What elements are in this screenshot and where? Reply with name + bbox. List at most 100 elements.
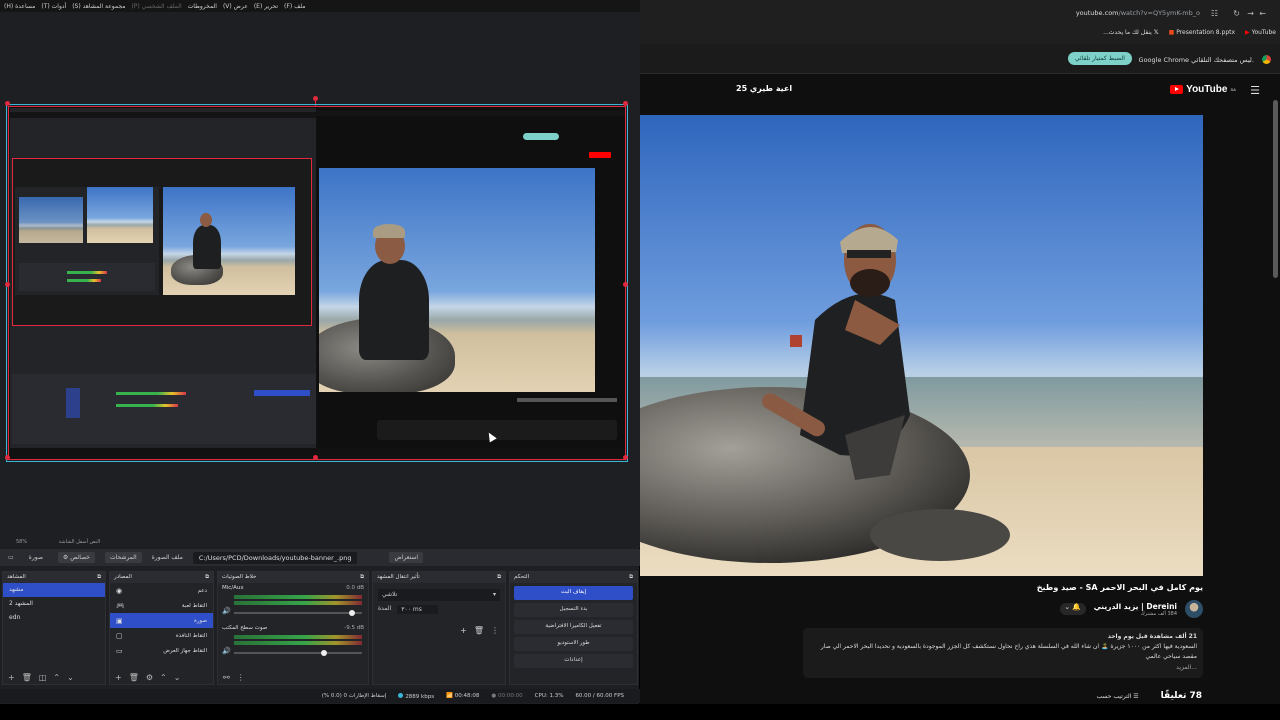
bookmark-presentation[interactable]: Presentation 8.pptx ■ [1169, 29, 1235, 36]
sort-button[interactable]: ☰ الترتيب حسب [1097, 693, 1139, 700]
virtual-camera-button[interactable]: تفعيل الكاميرا الافتراضية [514, 620, 633, 634]
trash-icon[interactable]: 🗑 [22, 673, 32, 682]
gear-icon[interactable]: ⚙ [146, 673, 153, 682]
video-player[interactable] [640, 115, 1203, 576]
channel-row: Dereini | يزيد الدريني 384 ألف مشترك 🔔 ⌄ [1059, 600, 1203, 618]
menu-profile[interactable]: الملف الشخصي (P) [131, 3, 181, 10]
settings-button[interactable]: إعدادات [514, 654, 633, 668]
trash-icon[interactable]: 🗑 [129, 673, 139, 682]
dock-float-icon[interactable]: ⧉ [205, 574, 209, 581]
menu-file[interactable]: ملف (F) [284, 3, 305, 10]
filter-icon[interactable]: ◫ [39, 673, 47, 682]
link-icon[interactable]: ⚯ [223, 673, 230, 682]
add-icon[interactable]: + [8, 673, 15, 682]
dock-float-icon[interactable]: ⧉ [97, 574, 101, 581]
properties-button[interactable]: ⚙ خصائص [57, 552, 95, 563]
more-icon[interactable]: ⋮ [491, 626, 499, 635]
source-item[interactable]: ◉ دعم [110, 583, 213, 598]
transitions-dock: تأثير انتقال المشهد ⧉ تلاشي ▾ المدة ٣٠٠ ms… [372, 571, 506, 685]
resize-handle-br[interactable] [623, 455, 628, 460]
down-icon[interactable]: ⌄ [174, 673, 181, 682]
video-description[interactable]: 21 ألف مشاهدة قبل يوم واحد السعودية فيها… [803, 628, 1203, 678]
resize-handle-tl[interactable] [5, 101, 10, 106]
hamburger-menu-icon[interactable]: ☰ [1250, 84, 1260, 97]
browse-button[interactable]: استعراض [389, 552, 424, 563]
level-meter [234, 635, 362, 639]
start-recording-button[interactable]: بدء التسجيل [514, 603, 633, 617]
menu-view[interactable]: عرض (V) [223, 3, 248, 10]
channel-name: Mic/Aux [222, 585, 244, 591]
zoom-level[interactable]: 58% [16, 539, 27, 545]
menu-tools[interactable]: أدوات (T) [41, 3, 66, 10]
scene-item[interactable]: edn [3, 611, 105, 625]
source-item[interactable]: ▭ التقاط جهاز العرض [110, 643, 213, 658]
source-item[interactable]: ▣ صورة [110, 613, 213, 628]
bookmark-youtube[interactable]: YouTube ▶ [1245, 29, 1276, 36]
dropped-frames: إسقاط الإطارات 0 (0.0 %) [321, 693, 387, 699]
infobar-text: Google Chrome ليس متصفحك التلقائي. [1138, 56, 1254, 64]
mixer-title: خلاط الصوتيات [222, 574, 257, 580]
channel-avatar[interactable] [1185, 600, 1203, 618]
menu-scene-collection[interactable]: مجموعة المشاهد (S) [72, 3, 125, 10]
rotation-handle[interactable] [313, 96, 318, 101]
obs-window: ملف (F) تحرير (E) عرض (V) المخروطات المل… [0, 0, 640, 704]
resize-handle-bm[interactable] [313, 455, 318, 460]
down-icon[interactable]: ⌄ [67, 673, 74, 682]
speaker-icon[interactable]: 🔊 [222, 647, 231, 655]
status-bar: إسقاط الإطارات 0 (0.0 %) 2889 kbps 📶 00:… [0, 689, 640, 703]
bookmark-x[interactable]: 𝕏 ينقل لك ما يحدث... [1103, 29, 1159, 36]
bell-icon[interactable]: 🔔 ⌄ [1059, 603, 1086, 615]
stop-streaming-button[interactable]: إيقاف البث [514, 586, 633, 600]
show-more-link[interactable]: ...المزيد [809, 663, 1197, 673]
filters-button[interactable]: المرشحات [104, 552, 142, 563]
menu-edit[interactable]: تحرير (E) [254, 3, 278, 10]
zoom-row: 58% النص أسفل الشاشة [0, 536, 640, 548]
volume-fader[interactable] [234, 612, 362, 614]
scene-item[interactable]: مشهد [3, 583, 105, 597]
add-icon[interactable]: + [460, 626, 467, 635]
scene-item[interactable]: المشهد 2 [3, 597, 105, 611]
nested-obs-capture [10, 108, 316, 448]
monitor-icon: ▭ [116, 646, 123, 655]
tune-icon[interactable]: ☷ [1211, 9, 1218, 18]
fader-knob[interactable] [348, 610, 355, 616]
set-default-button[interactable]: الضبط كمتيار تلقائي [1068, 52, 1132, 65]
menu-help[interactable]: مساعدة (H) [4, 3, 35, 10]
up-icon[interactable]: ⌃ [160, 673, 167, 682]
fader-knob[interactable] [320, 650, 327, 656]
up-icon[interactable]: ⌃ [53, 673, 60, 682]
resize-handle-tr[interactable] [623, 101, 628, 106]
forward-icon[interactable]: → [1247, 9, 1254, 18]
trash-icon[interactable]: 🗑 [474, 626, 484, 635]
add-icon[interactable]: + [115, 673, 122, 682]
youtube-logo[interactable]: YouTube SA [1170, 84, 1236, 95]
preview-area[interactable] [0, 12, 640, 536]
mixer-channel: صوت سطح المكتب -9.5 dB 🔊 [218, 623, 368, 663]
studio-mode-button[interactable]: طور الاستوديو [514, 637, 633, 651]
resize-handle-ml[interactable] [5, 282, 10, 287]
menu-extra[interactable]: المخروطات [188, 3, 217, 10]
source-item[interactable]: 🎮 التقاط لعبة [110, 598, 213, 613]
volume-fader[interactable] [234, 652, 362, 654]
dock-float-icon[interactable]: ⧉ [497, 574, 501, 581]
duration-label: المدة [378, 605, 392, 612]
youtube-play-icon [1170, 85, 1184, 94]
transition-select[interactable]: تلاشي ▾ [378, 589, 500, 601]
speaker-icon[interactable]: 🔊 [222, 607, 231, 615]
address-bar[interactable]: youtube.com/watch?v=QY5ymK-mb_o [1076, 9, 1200, 17]
dock-float-icon[interactable]: ⧉ [360, 574, 364, 581]
more-icon[interactable]: ⋮ [237, 673, 245, 682]
comment-count: 78 تعليقًا [1160, 691, 1202, 701]
page-scrollbar[interactable] [1273, 100, 1278, 278]
image-path-field[interactable]: C:/Users/PCD/Downloads/youtube-banner_.p… [192, 551, 358, 564]
back-icon[interactable]: ← [1259, 9, 1266, 18]
source-item[interactable]: ▢ التقاط النافذة [110, 628, 213, 643]
channel-name[interactable]: Dereini | يزيد الدريني [1094, 602, 1177, 611]
dock-float-icon[interactable]: ⧉ [629, 574, 633, 581]
duration-input[interactable]: ٣٠٠ ms [397, 605, 438, 614]
resize-handle-mr[interactable] [623, 282, 628, 287]
reload-icon[interactable]: ↻ [1233, 9, 1240, 18]
level-meter [234, 595, 362, 599]
preview-canvas[interactable] [8, 106, 626, 460]
resize-handle-bl[interactable] [5, 455, 10, 460]
